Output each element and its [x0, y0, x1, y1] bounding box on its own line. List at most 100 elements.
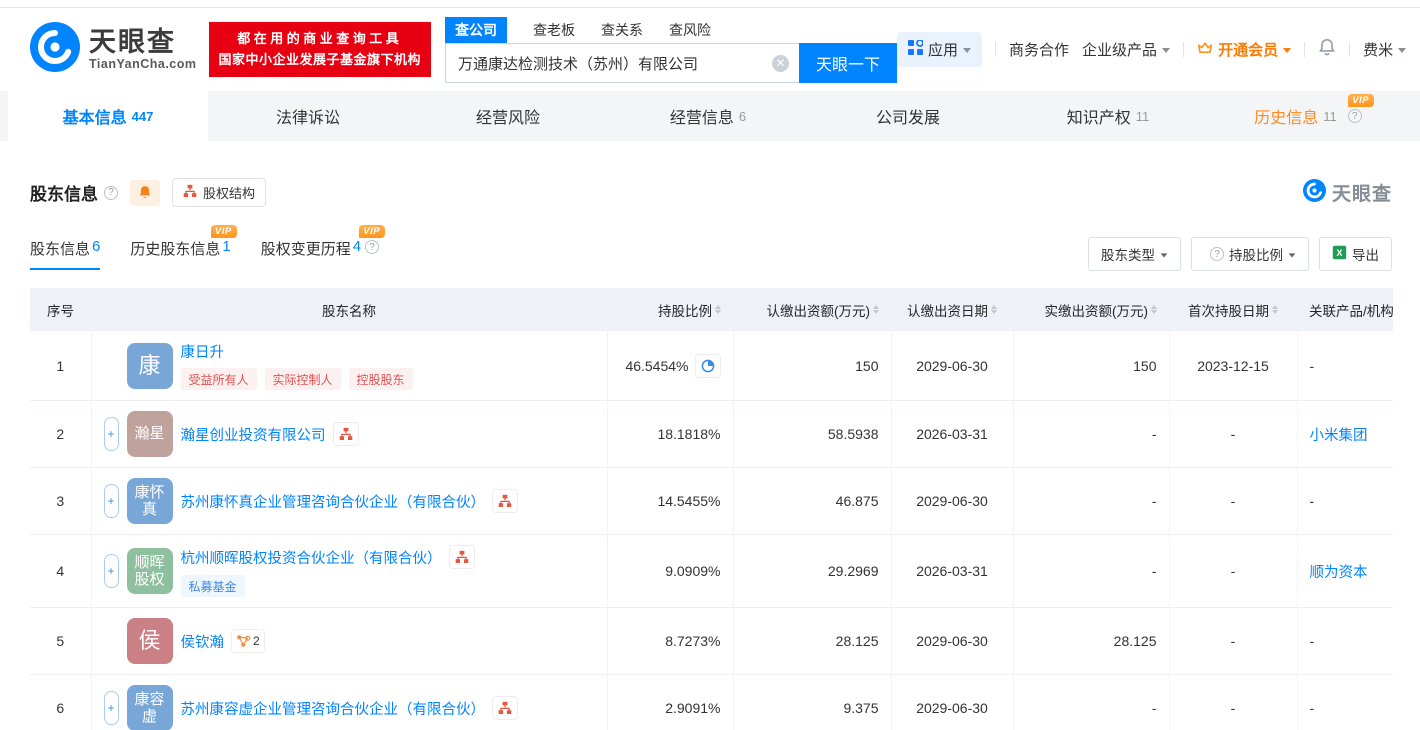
nav-item-费米[interactable]: 费米 [1363, 39, 1407, 60]
equity-chart-icon[interactable] [448, 545, 475, 569]
shareholder-name-line: 侯钦瀚 2 [181, 629, 265, 653]
nav-item-企业级产品[interactable]: 企业级产品 [1082, 39, 1171, 60]
search-input[interactable]: 万通康达检测技术（苏州）有限公司 ✕ [445, 43, 800, 83]
related-link[interactable]: 顺为资本 [1310, 565, 1368, 581]
column-header-related: 关联产品/机构 [1297, 288, 1394, 331]
tab-历史信息[interactable]: 历史信息 11 VIP? [1208, 91, 1408, 141]
nav-separator [1183, 42, 1185, 57]
chevron-down-icon [1398, 48, 1407, 53]
chevron-down-icon [1288, 252, 1296, 258]
toolbar-button-label: 持股比例 [1229, 248, 1283, 263]
tag-实际控制人: 实际控制人 [264, 368, 341, 390]
tab-基本信息[interactable]: 基本信息 447 [8, 91, 208, 141]
related-value: - [1309, 357, 1315, 374]
equity-structure-label: 股权结构 [203, 186, 256, 201]
tag-私募基金: 私募基金 [180, 575, 245, 597]
cell-num: 1 [30, 331, 92, 401]
search-tab-查老板[interactable]: 查老板 [533, 20, 575, 40]
cell-related: - [1297, 331, 1393, 401]
column-header-sub_amount[interactable]: 认缴出资额(万元) [733, 288, 891, 331]
equity-chart-icon[interactable] [332, 422, 359, 446]
search-tab-查风险[interactable]: 查风险 [669, 20, 711, 40]
pie-chart-icon[interactable] [694, 353, 721, 378]
toolbar-button-持股比例[interactable]: ? 持股比例 [1191, 237, 1309, 271]
help-icon[interactable]: ? [104, 185, 118, 200]
tab-公司发展[interactable]: 公司发展 [808, 91, 1008, 141]
shareholder-info: 苏州康怀真企业管理咨询合伙企业（有限合伙） [181, 489, 518, 513]
subtab-历史股东信息[interactable]: 历史股东信息 1 VIP [130, 225, 237, 270]
column-header-content: 首次持股日期 [1188, 300, 1278, 320]
shareholder-name-link[interactable]: 苏州康容虚企业管理咨询合伙企业（有限合伙） [181, 698, 486, 719]
cell-ratio: 14.5455% [607, 467, 734, 535]
shareholder-name-line: 苏州康怀真企业管理咨询合伙企业（有限合伙） [181, 489, 518, 513]
top-nav: 应用 商务合作 企业级产品 开通会员 费米 [897, 32, 1407, 67]
column-header-label: 关联产品/机构 [1309, 303, 1394, 319]
column-header-ratio[interactable]: 持股比例 [607, 288, 733, 331]
cell-related: - [1297, 675, 1393, 730]
expand-button[interactable]: + [103, 484, 119, 518]
nav-item-商务合作[interactable]: 商务合作 [1009, 39, 1069, 60]
search-tab-查公司[interactable]: 查公司 [445, 16, 508, 43]
help-icon[interactable]: ? [1210, 247, 1224, 261]
tab-经营风险[interactable]: 经营风险 [408, 91, 608, 141]
equity-structure-button[interactable]: 股权结构 [172, 178, 267, 207]
avatar: 康容虚 [126, 685, 173, 730]
org-chart-icon [183, 184, 197, 201]
help-icon[interactable]: ? [1347, 109, 1362, 123]
column-header-first_date[interactable]: 首次持股日期 [1169, 288, 1297, 331]
expand-button[interactable]: + [103, 691, 119, 725]
chevron-down-icon [1160, 252, 1168, 258]
ratio-wrap: 8.7273% [620, 633, 720, 649]
shareholder-content: 股东信息 ? 股权结构 天眼查 股东信息 6 历史股东信息 1 VIP 股权变更历程 4 VI… [0, 178, 1420, 730]
toolbar-button-导出[interactable]: X 导出 [1319, 237, 1392, 271]
subtab-股东信息[interactable]: 股东信息 6 [30, 238, 101, 270]
relation-graph-icon[interactable]: 2 [231, 629, 265, 653]
sort-icon[interactable] [873, 305, 879, 314]
cell-related: 顺为资本 [1297, 535, 1393, 608]
shareholder-name-link[interactable]: 侯钦瀚 [181, 631, 225, 652]
table-row: 6 + 康容虚苏州康容虚企业管理咨询合伙企业（有限合伙） 2.9091% 9.375 20… [30, 674, 1393, 730]
cell-ratio: 18.1818% [607, 400, 734, 468]
nav-item-bell[interactable] [1318, 38, 1336, 61]
tianyancha-logo[interactable]: 天眼查 TianYanCha.com [30, 22, 197, 77]
clear-icon[interactable]: ✕ [772, 54, 790, 72]
expand-button[interactable]: + [103, 554, 119, 588]
cell-first_date: 2023-12-15 [1169, 331, 1298, 401]
tab-法律诉讼[interactable]: 法律诉讼 [208, 91, 408, 141]
sort-icon[interactable] [715, 305, 721, 314]
search-tab-查关系[interactable]: 查关系 [601, 20, 643, 40]
related-link[interactable]: 小米集团 [1310, 428, 1368, 444]
sort-icon[interactable] [1272, 305, 1278, 314]
tab-知识产权[interactable]: 知识产权 11 [1008, 91, 1208, 141]
shareholder-name-link[interactable]: 瀚星创业投资有限公司 [181, 424, 326, 445]
column-header-paid_amount[interactable]: 实缴出资额(万元) [1013, 288, 1169, 331]
subscribe-bell-button[interactable] [130, 179, 160, 206]
table-header-row: 序号 股东名称 持股比例 认缴出资额(万元) 认缴出资日期 实缴出资额(万元) 首次持股日期… [30, 288, 1394, 331]
table-toolbar: 股东类型? 持股比例 X 导出 [1088, 237, 1392, 271]
tab-经营信息[interactable]: 经营信息 6 [608, 91, 808, 141]
subtab-count: 4 [352, 238, 362, 255]
nav-item-应用[interactable]: 应用 [897, 32, 983, 67]
sort-icon[interactable] [991, 305, 997, 314]
subtab-股权变更历程[interactable]: 股权变更历程 4 VIP? [261, 225, 386, 270]
nav-item-开通会员[interactable]: 开通会员 [1197, 39, 1292, 60]
cell-paid_amount: - [1013, 467, 1170, 535]
shareholder-name-link[interactable]: 苏州康怀真企业管理咨询合伙企业（有限合伙） [181, 491, 486, 512]
search-button[interactable]: 天眼一下 [799, 43, 898, 83]
shareholder-name-link[interactable]: 杭州顺晖股权投资合伙企业（有限合伙） [181, 547, 442, 568]
help-icon[interactable]: ? [365, 240, 380, 254]
svg-text:X: X [1336, 248, 1342, 258]
toolbar-button-股东类型[interactable]: 股东类型 [1088, 237, 1181, 271]
shareholder-name-link[interactable]: 康日升 [181, 341, 225, 362]
sort-icon[interactable] [1151, 305, 1157, 314]
avatar: 康 [126, 342, 173, 389]
ratio-wrap: 18.1818% [620, 426, 720, 442]
column-header-content: 股东名称 [322, 300, 376, 320]
column-header-sub_date[interactable]: 认缴出资日期 [891, 288, 1013, 331]
ratio-wrap: 14.5455% [620, 493, 720, 509]
chevron-down-icon [1162, 48, 1171, 53]
cell-shareholder: + 康容虚苏州康容虚企业管理咨询合伙企业（有限合伙） [91, 674, 608, 730]
expand-button[interactable]: + [103, 417, 119, 451]
equity-chart-icon[interactable] [492, 696, 518, 720]
equity-chart-icon[interactable] [492, 489, 518, 513]
